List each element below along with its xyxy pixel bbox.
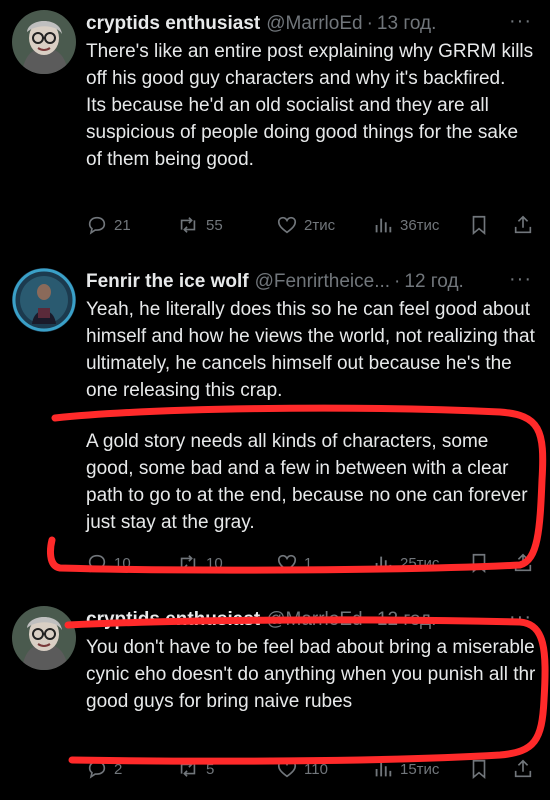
display-name[interactable]: cryptids enthusiast (86, 609, 260, 631)
separator-dot: · (394, 271, 401, 292)
bookmark-icon (472, 759, 486, 780)
bookmark-button[interactable] (468, 552, 490, 574)
bookmark-button[interactable] (468, 758, 490, 780)
reply-button[interactable]: 21 (86, 214, 131, 236)
like-icon (277, 554, 297, 572)
repost-count: 5 (206, 760, 215, 778)
action-bar: 10 10 1 25тис (86, 550, 536, 576)
tweet-text: You don't have to be feel bad about brin… (86, 637, 536, 712)
user-handle[interactable]: @Fenrirtheice... (255, 271, 390, 293)
like-count: 110 (304, 760, 328, 778)
timestamp[interactable]: 12 год. (377, 609, 436, 631)
avatar[interactable] (12, 10, 76, 74)
action-bar: 2 5 110 15тис (86, 756, 536, 782)
views-button[interactable]: 15тис (372, 758, 439, 780)
reply-count: 2 (114, 760, 123, 778)
reply-button[interactable]: 2 (86, 758, 122, 780)
repost-icon (180, 217, 196, 233)
tweet-text: Yeah, he literally does this so he can f… (86, 299, 535, 401)
tweet-2[interactable]: Fenrir the ice wolf @Fenrirtheice... · 1… (0, 268, 550, 578)
share-button[interactable] (512, 758, 534, 780)
like-button[interactable]: 1 (276, 552, 312, 574)
timestamp[interactable]: 13 год. (377, 13, 436, 35)
avatar-drawing (12, 606, 76, 670)
bookmark-icon (472, 215, 486, 236)
avatar-drawing (12, 268, 76, 332)
repost-button[interactable]: 10 (176, 552, 223, 574)
views-count: 15тис (400, 760, 440, 778)
avatar-drawing (12, 10, 76, 74)
views-icon (375, 218, 392, 233)
tweet-text: There's like an entire post explaining w… (86, 41, 534, 170)
like-icon (277, 216, 297, 234)
reply-count: 21 (114, 216, 131, 234)
reply-icon (88, 760, 106, 779)
tweet-text-paragraph-2: A gold story needs all kinds of characte… (86, 431, 528, 533)
like-count: 2тис (304, 216, 336, 234)
more-options-button[interactable]: ··· (509, 268, 532, 291)
display-name[interactable]: Fenrir the ice wolf (86, 271, 249, 293)
like-button[interactable]: 2тис (276, 214, 335, 236)
like-button[interactable]: 110 (276, 758, 328, 780)
like-count: 1 (304, 554, 313, 572)
views-count: 25тис (400, 554, 440, 572)
user-handle[interactable]: @MarrloEd (266, 13, 362, 35)
share-icon (514, 553, 532, 572)
tweet-3[interactable]: cryptids enthusiast @MarrloEd · 12 год. … (0, 606, 550, 796)
bookmark-icon (472, 553, 486, 574)
bookmark-button[interactable] (468, 214, 490, 236)
views-button[interactable]: 36тис (372, 214, 439, 236)
reply-icon (88, 216, 106, 235)
repost-icon (180, 555, 196, 571)
display-name[interactable]: cryptids enthusiast (86, 13, 260, 35)
more-options-button[interactable]: ··· (509, 606, 532, 629)
share-icon (514, 759, 532, 778)
avatar[interactable] (12, 606, 76, 670)
views-count: 36тис (400, 216, 440, 234)
reply-icon (88, 554, 106, 573)
share-button[interactable] (512, 214, 534, 236)
repost-count: 55 (206, 216, 223, 234)
avatar[interactable] (12, 268, 76, 332)
views-icon (375, 762, 392, 777)
user-handle[interactable]: @MarrloEd (266, 609, 362, 631)
repost-button[interactable]: 5 (176, 758, 214, 780)
views-icon (375, 556, 392, 571)
separator-dot: · (366, 609, 373, 630)
repost-icon (180, 761, 196, 777)
repost-count: 10 (206, 554, 223, 572)
reply-count: 10 (114, 554, 131, 572)
separator-dot: · (366, 13, 373, 34)
share-button[interactable] (512, 552, 534, 574)
tweet-1[interactable]: cryptids enthusiast @MarrloEd · 13 год. … (0, 10, 550, 245)
reply-button[interactable]: 10 (86, 552, 131, 574)
more-options-button[interactable]: ··· (509, 10, 532, 33)
timestamp[interactable]: 12 год. (404, 271, 463, 293)
views-button[interactable]: 25тис (372, 552, 439, 574)
reply-thread: cryptids enthusiast @MarrloEd · 13 год. … (0, 0, 550, 800)
like-icon (277, 760, 297, 778)
repost-button[interactable]: 55 (176, 214, 223, 236)
action-bar: 21 55 2тис 36тис (86, 212, 536, 238)
share-icon (514, 215, 532, 234)
